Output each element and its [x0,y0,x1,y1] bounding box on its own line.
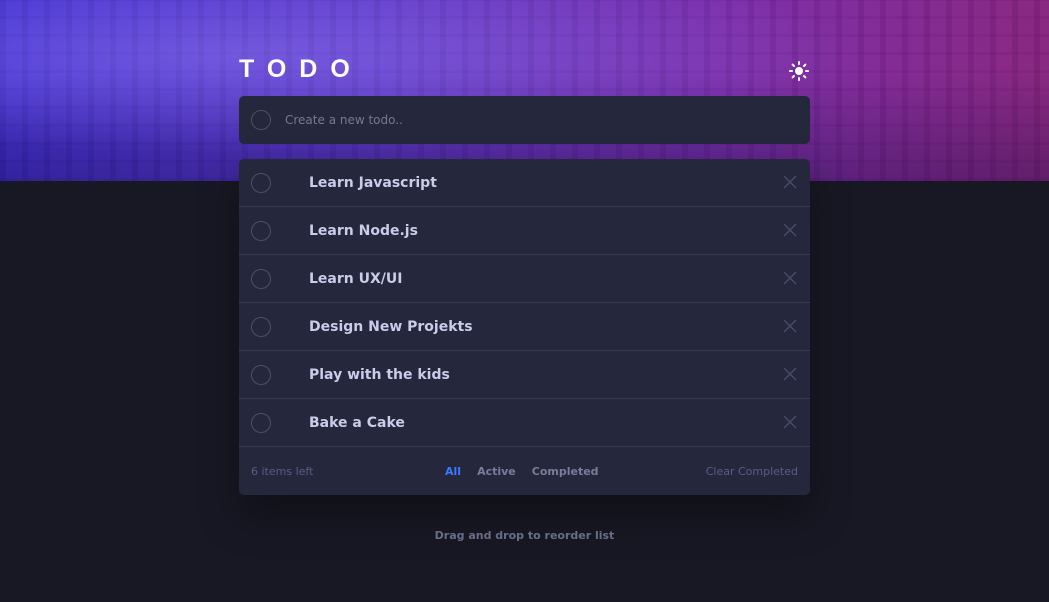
filter-completed[interactable]: Completed [532,465,599,478]
theme-toggle-button[interactable] [788,60,810,82]
todo-check-circle[interactable] [251,220,271,241]
filter-active[interactable]: Active [477,465,516,478]
sun-icon [789,61,809,81]
todo-check-circle[interactable] [251,172,271,193]
new-todo-check-circle[interactable] [251,110,271,130]
todo-label: Play with the kids [309,366,450,383]
todo-check-circle[interactable] [251,412,271,433]
new-todo-input[interactable] [283,99,810,141]
todo-item[interactable]: Learn Javascript [239,159,810,207]
todo-item[interactable]: Bake a Cake [239,399,810,447]
close-icon[interactable] [782,222,798,238]
todo-label: Bake a Cake [309,414,405,431]
list-footer: 6 items left All Active Completed Clear … [239,447,810,495]
todo-label: Design New Projekts [309,318,473,335]
header-background-image [0,0,1049,181]
todo-label: Learn UX/UI [309,270,403,287]
close-icon[interactable] [782,414,798,430]
drag-hint: Drag and drop to reorder list [434,529,615,542]
todo-item[interactable]: Play with the kids [239,351,810,399]
close-icon[interactable] [782,270,798,286]
todo-item[interactable]: Design New Projekts [239,303,810,351]
app-title: TODO [239,55,363,83]
todo-label: Learn Node.js [309,222,418,239]
todo-check-circle[interactable] [251,268,271,289]
close-icon[interactable] [782,366,798,382]
filter-tabs: All Active Completed [445,465,599,478]
todo-label: Learn Javascript [309,174,437,191]
close-icon[interactable] [782,174,798,190]
items-left-count: 6 items left [251,464,314,478]
todo-check-circle[interactable] [251,364,271,385]
todo-item[interactable]: Learn Node.js [239,207,810,255]
new-todo-bar [239,96,810,144]
todo-check-circle[interactable] [251,316,271,337]
todo-item[interactable]: Learn UX/UI [239,255,810,303]
clear-completed-button[interactable]: Clear Completed [706,465,798,478]
close-icon[interactable] [782,318,798,334]
todo-list: Learn Javascript Learn Node.js Learn UX/… [239,159,810,495]
filter-all[interactable]: All [445,465,461,478]
